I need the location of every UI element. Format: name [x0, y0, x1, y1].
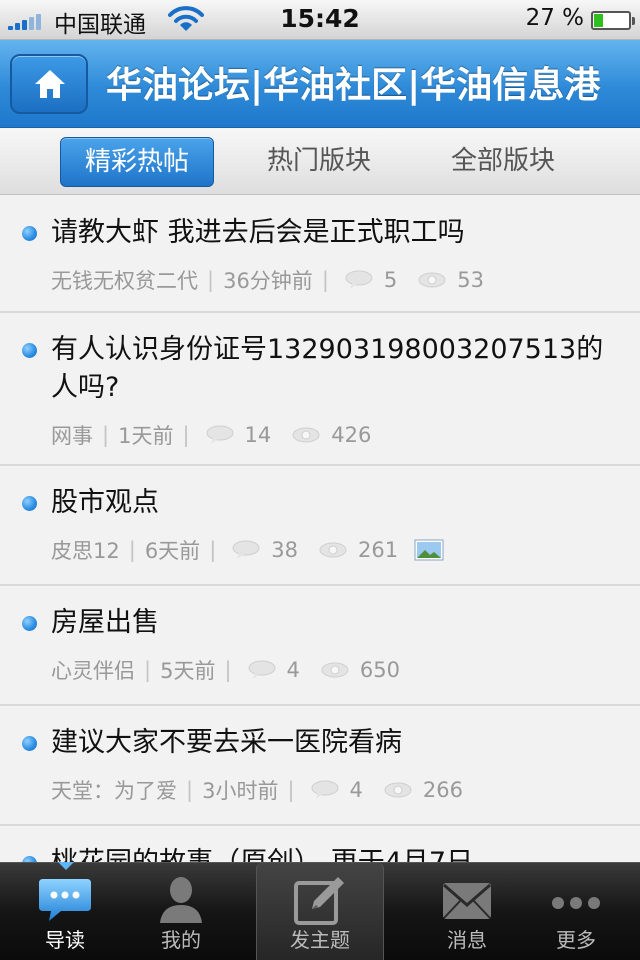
post-author: 网事 — [51, 424, 93, 448]
view-count: 266 — [422, 778, 463, 802]
bullet-dot-icon — [22, 496, 37, 511]
post-meta: 心灵伴侣 | 5天前 | 4 650 — [51, 652, 618, 688]
post-author: 无钱无权贫二代 — [51, 269, 198, 293]
comment-icon — [232, 540, 260, 559]
view-eye-icon — [418, 272, 446, 288]
post-list: 请教大虾 我进去后会是正式职工吗 无钱无权贫二代 | 36分钟前 | 5 53 … — [0, 196, 640, 862]
battery-icon — [591, 11, 635, 30]
list-item[interactable]: 有人认识身份证号132903198003207513的人吗? 网事 | 1天前 … — [0, 313, 640, 466]
comment-icon — [206, 425, 234, 444]
tabbar-label: 更多 — [556, 928, 596, 952]
home-button[interactable] — [10, 54, 88, 114]
post-author: 皮思12 — [51, 539, 120, 563]
post-meta: 无钱无权贫二代 | 36分钟前 | 5 53 — [51, 262, 618, 298]
tabbar-label: 发主题 — [290, 928, 350, 952]
image-attachment-icon — [414, 539, 444, 561]
post-title: 桃花园的故事（原创）-更于4月7日 — [51, 844, 612, 862]
view-count: 650 — [359, 658, 400, 682]
list-item[interactable]: 建议大家不要去采一医院看病 天堂：为了爱 | 3小时前 | 4 266 — [0, 706, 640, 826]
chat-bubble-icon — [39, 879, 91, 921]
post-author: 天堂：为了爱 — [51, 779, 177, 803]
tab-all-boards[interactable]: 全部版块 — [426, 137, 580, 187]
post-title: 房屋出售 — [51, 607, 159, 638]
post-author: 心灵伴侣 — [51, 659, 135, 683]
post-title: 股市观点 — [51, 487, 159, 518]
tabbar-item-guide[interactable]: 导读 — [0, 862, 130, 960]
post-meta: 网事 | 1天前 | 14 426 — [51, 417, 618, 453]
page-title: 华油论坛|华油社区|华油信息港 — [106, 65, 601, 106]
bullet-dot-icon — [22, 616, 37, 631]
post-title: 有人认识身份证号132903198003207513的人吗? — [51, 334, 604, 403]
status-bar: 中国联通 15:42 27 % — [0, 0, 640, 40]
comment-icon — [248, 660, 276, 679]
view-count: 53 — [457, 268, 484, 292]
view-eye-icon — [384, 782, 412, 798]
tab-hot-boards[interactable]: 热门版块 — [242, 137, 396, 187]
post-meta: 天堂：为了爱 | 3小时前 | 4 266 — [51, 772, 618, 808]
bullet-dot-icon — [22, 343, 37, 358]
list-item[interactable]: 房屋出售 心灵伴侣 | 5天前 | 4 650 — [0, 586, 640, 706]
nav-header: 华油论坛|华油社区|华油信息港 — [0, 40, 640, 128]
list-item[interactable]: 股市观点 皮思12 | 6天前 | 38 261 — [0, 466, 640, 586]
view-eye-icon — [319, 542, 347, 558]
reply-count: 4 — [286, 658, 300, 682]
segment-tabs: 精彩热帖 热门版块 全部版块 — [0, 129, 640, 195]
tabbar-item-mine[interactable]: 我的 — [116, 863, 246, 960]
view-eye-icon — [292, 427, 320, 443]
tab-featured-posts[interactable]: 精彩热帖 — [60, 137, 214, 187]
battery-percentage: 27 % — [525, 5, 584, 31]
tabbar-item-compose[interactable]: 发主题 — [256, 863, 384, 960]
bullet-dot-icon — [22, 226, 37, 241]
post-time: 6天前 — [144, 539, 201, 563]
reply-count: 14 — [244, 423, 272, 447]
post-time: 36分钟前 — [223, 269, 313, 293]
reply-count: 5 — [383, 268, 398, 292]
tabbar-item-more[interactable]: 更多 — [512, 863, 640, 960]
tabbar-label: 我的 — [161, 928, 201, 952]
reply-count: 38 — [271, 538, 298, 562]
comment-icon — [345, 270, 373, 289]
view-eye-icon — [321, 662, 349, 678]
active-indicator — [58, 862, 74, 870]
comment-icon — [311, 780, 339, 799]
post-time: 3小时前 — [202, 779, 279, 803]
view-count: 261 — [358, 538, 399, 562]
person-icon — [160, 877, 202, 923]
envelope-icon — [443, 883, 491, 919]
home-icon — [35, 70, 65, 98]
compose-icon — [294, 877, 344, 925]
post-time: 1天前 — [118, 424, 174, 448]
post-title: 建议大家不要去采一医院看病 — [51, 727, 402, 758]
more-dots-icon — [552, 897, 600, 909]
post-title: 请教大虾 我进去后会是正式职工吗 — [51, 217, 465, 248]
bullet-dot-icon — [22, 736, 37, 751]
post-meta: 皮思12 | 6天前 | 38 261 — [51, 532, 618, 568]
post-time: 5天前 — [160, 659, 216, 683]
bottom-tab-bar: 导读 我的 发主题 消息 更多 — [0, 862, 640, 960]
tabbar-label: 导读 — [45, 928, 85, 952]
list-item[interactable]: 请教大虾 我进去后会是正式职工吗 无钱无权贫二代 | 36分钟前 | 5 53 — [0, 196, 640, 313]
reply-count: 4 — [349, 778, 363, 802]
list-item[interactable]: 桃花园的故事（原创）-更于4月7日 — [0, 826, 640, 862]
view-count: 426 — [331, 423, 372, 447]
